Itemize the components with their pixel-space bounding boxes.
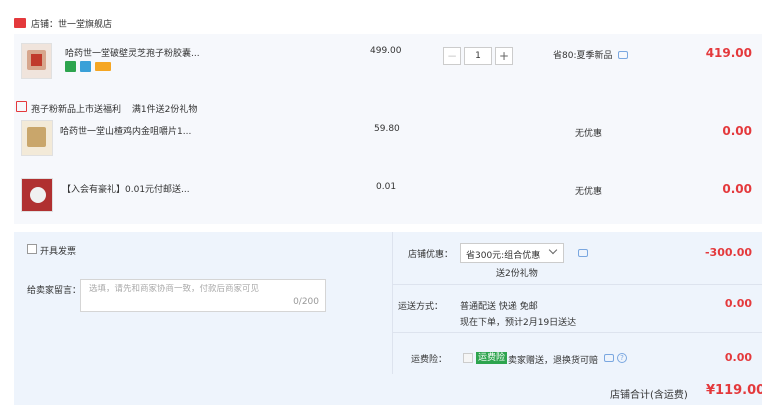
message-char-count: 0/200: [293, 297, 319, 307]
insurance-tag: 运费险: [476, 352, 508, 364]
insurance-value: 0.00: [724, 351, 752, 364]
total-value: ¥119.00: [706, 383, 762, 398]
discount-select[interactable]: 省300元:组合优惠: [460, 243, 564, 263]
insurance-text: 卖家赠送，退换货可赔: [508, 356, 599, 366]
badge-guarantee-icon: [80, 61, 91, 72]
message-input[interactable]: [89, 284, 319, 294]
gift-icon: [16, 101, 27, 112]
help-icon[interactable]: ?: [617, 353, 627, 363]
gift-promo-text: 孢子粉新品上市送福利 满1件送2份礼物: [31, 102, 197, 115]
product-thumbnail[interactable]: [21, 43, 52, 79]
quantity-input[interactable]: 1: [464, 47, 492, 65]
store-name[interactable]: 店铺：世一堂旗舰店: [31, 17, 112, 30]
item-name[interactable]: 哈药世一堂山楂鸡内金咀嚼片1...: [60, 124, 191, 137]
badge-7day-icon: [65, 61, 76, 72]
product-thumbnail[interactable]: [21, 120, 53, 156]
item-promo: 省80:夏季新品: [553, 51, 613, 61]
item-name[interactable]: 哈药世一堂破壁灵芝孢子粉胶囊...: [65, 46, 200, 59]
discount-value: -300.00: [704, 246, 752, 259]
decrement-button[interactable]: −: [443, 47, 461, 65]
item-subtotal: 0.00: [722, 182, 752, 196]
badge-card-icon: [95, 62, 111, 71]
chat-icon[interactable]: [578, 249, 588, 257]
store-icon: [14, 18, 26, 28]
gift-title: 孢子粉新品上市送福利: [31, 105, 122, 115]
increment-button[interactable]: +: [495, 47, 513, 65]
item-promo: 无优惠: [575, 187, 603, 197]
chevron-down-icon: [548, 245, 558, 255]
item-price: 499.00: [370, 46, 402, 56]
divider: [392, 284, 762, 285]
shipping-method: 普通配送 快递 免邮: [460, 302, 538, 312]
total-label: 店铺合计(含运费): [610, 390, 688, 401]
item-price: 59.80: [374, 124, 400, 134]
quantity-stepper: − 1 +: [443, 45, 513, 67]
item-subtotal: 419.00: [705, 46, 752, 60]
insurance-label: 运费险：: [410, 355, 447, 365]
item-subtotal: 0.00: [722, 124, 752, 138]
shipping-value: 0.00: [724, 297, 752, 310]
gift-rule: 满1件送2份礼物: [131, 105, 198, 115]
product-thumbnail[interactable]: [21, 178, 53, 212]
invoice-checkbox[interactable]: [27, 244, 37, 254]
discount-label: 店铺优惠：: [407, 250, 453, 260]
divider: [392, 332, 762, 333]
item-price: 0.01: [376, 182, 397, 192]
message-label: 给卖家留言：: [27, 286, 82, 296]
discount-selected: 省300元:组合优惠: [466, 251, 541, 261]
insurance-checkbox: [463, 353, 473, 363]
shipping-label: 运送方式：: [397, 302, 443, 312]
shipping-eta: 现在下单，预计2月19日送达: [460, 318, 577, 328]
message-box: 0/200: [80, 279, 326, 312]
chat-icon[interactable]: [618, 51, 628, 59]
invoice-label[interactable]: 开具发票: [40, 244, 76, 257]
item-promo: 无优惠: [575, 129, 603, 139]
chat-icon[interactable]: [604, 354, 614, 362]
item-name[interactable]: 【入会有豪礼】0.01元付邮送...: [62, 182, 190, 195]
discount-note: 送2份礼物: [496, 269, 538, 279]
